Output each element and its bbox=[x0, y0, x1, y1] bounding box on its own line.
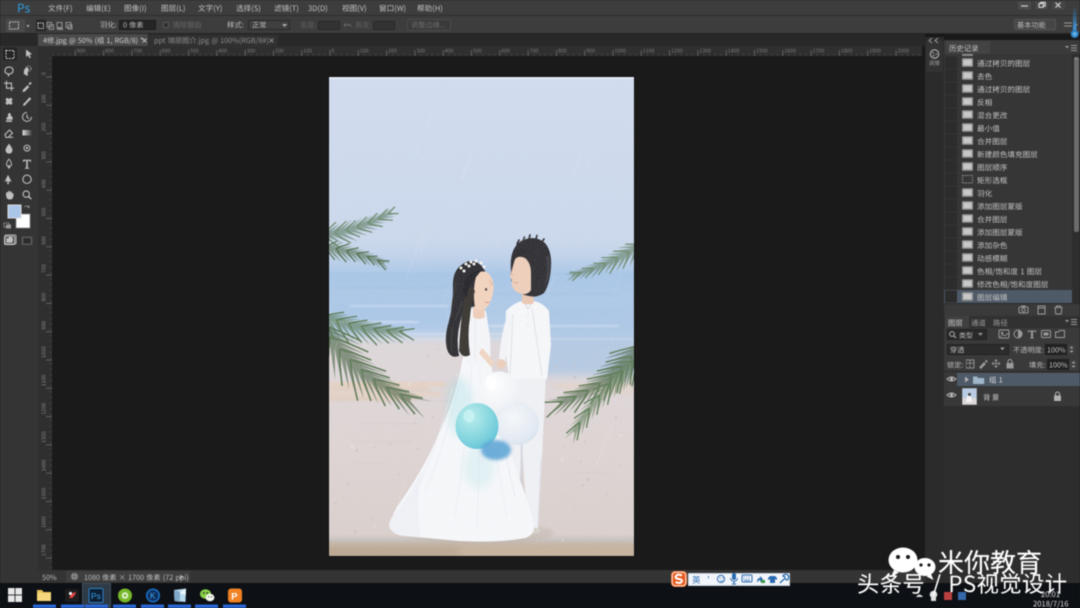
svg-text:': ' bbox=[706, 576, 711, 585]
